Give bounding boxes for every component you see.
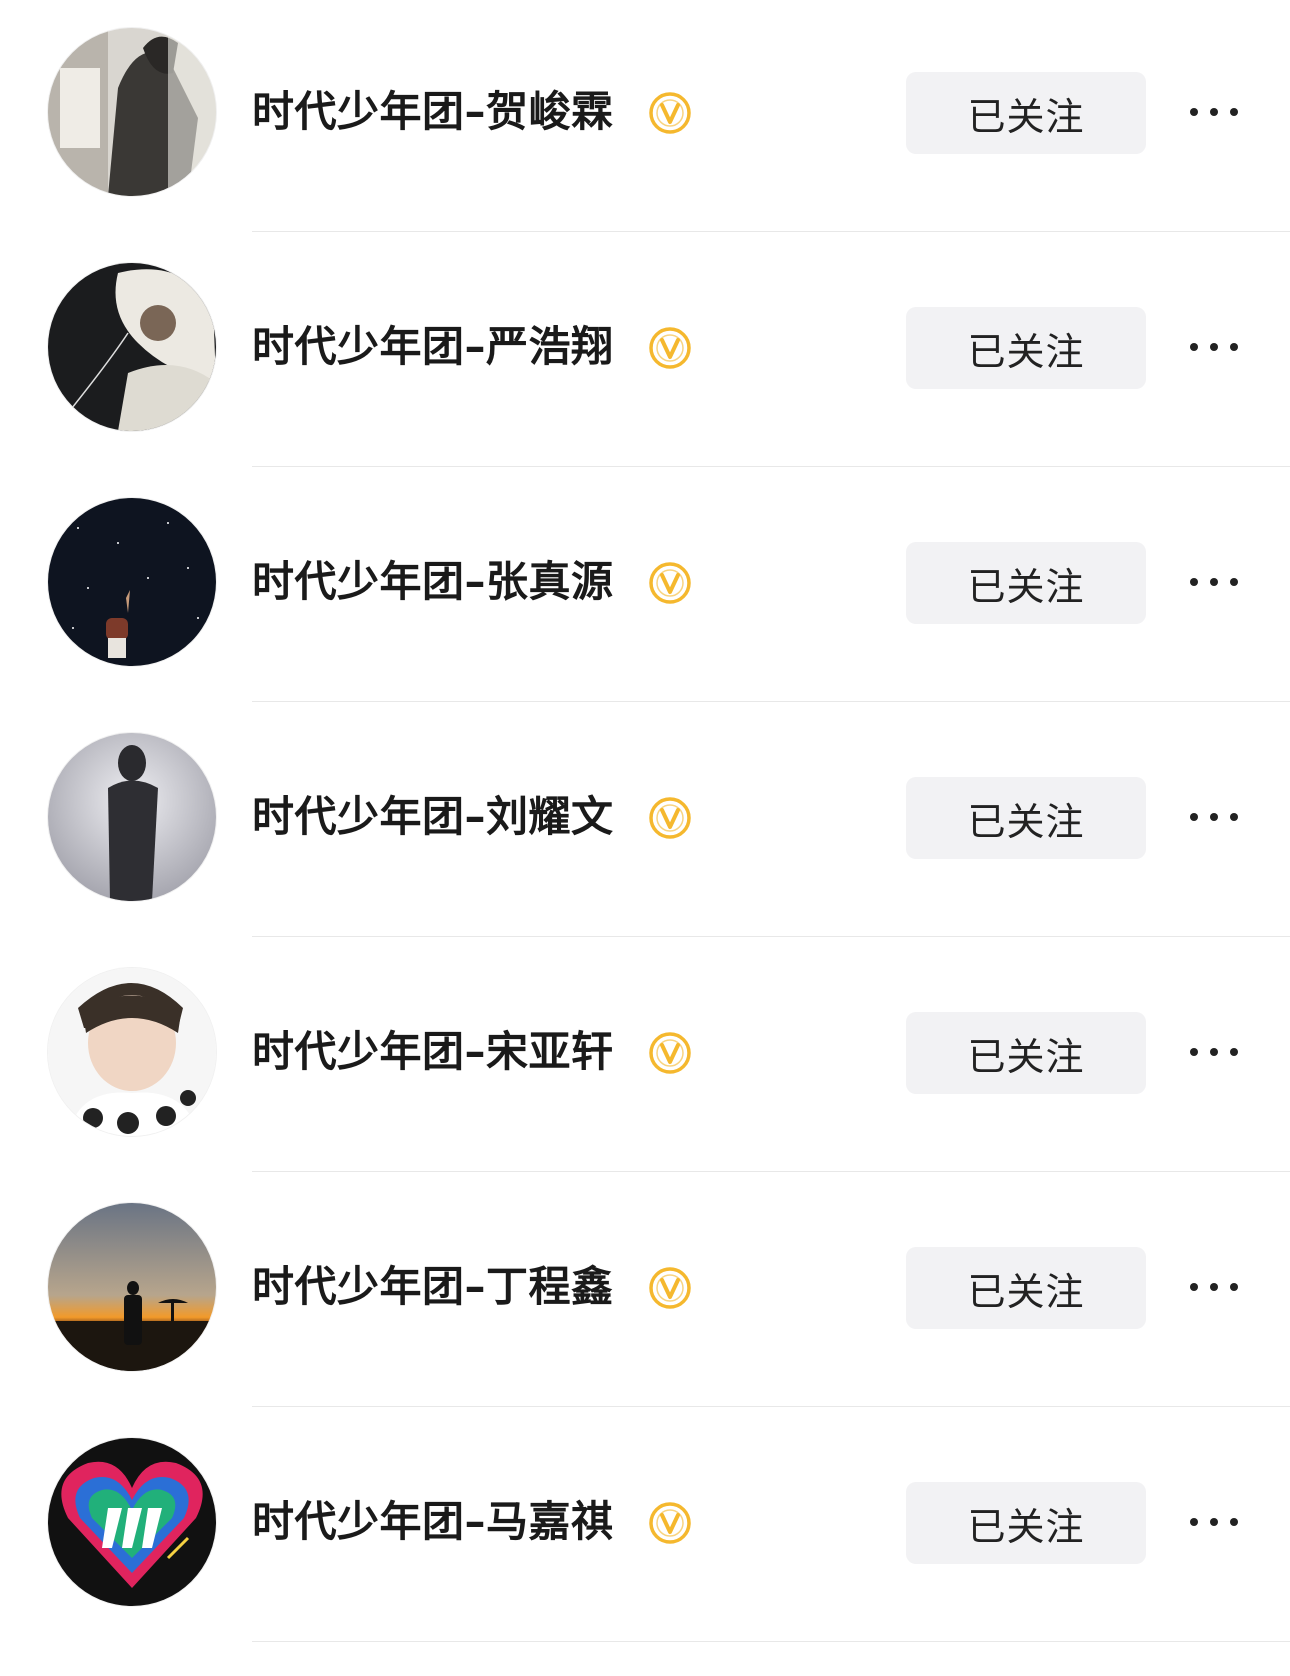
followed-button[interactable]: 已关注: [906, 1482, 1146, 1564]
list-item[interactable]: 时代少年团–严浩翔 已关注: [0, 235, 1290, 475]
list-item[interactable]: 时代少年团–刘耀文 已关注: [0, 705, 1290, 945]
followed-button[interactable]: 已关注: [906, 1012, 1146, 1094]
verified-v-badge-icon: [649, 327, 691, 369]
user-name[interactable]: 时代少年团–丁程鑫: [252, 1259, 614, 1315]
user-name[interactable]: 时代少年团–宋亚轩: [252, 1024, 614, 1080]
more-dots-icon[interactable]: [1180, 795, 1248, 839]
user-name[interactable]: 时代少年团–张真源: [252, 554, 614, 610]
divider: [252, 1641, 1290, 1642]
user-name[interactable]: 时代少年团–贺峻霖: [252, 84, 614, 140]
more-dots-icon[interactable]: [1180, 90, 1248, 134]
verified-v-badge-icon: [649, 1267, 691, 1309]
list-item[interactable]: 时代少年团–宋亚轩 已关注: [0, 940, 1290, 1180]
verified-v-badge-icon: [649, 1032, 691, 1074]
user-name[interactable]: 时代少年团–马嘉祺: [252, 1494, 614, 1550]
avatar[interactable]: [48, 498, 216, 666]
followed-button[interactable]: 已关注: [906, 307, 1146, 389]
divider: [252, 466, 1290, 467]
list-item[interactable]: 时代少年团–马嘉祺 已关注: [0, 1410, 1290, 1650]
avatar[interactable]: [48, 733, 216, 901]
more-dots-icon[interactable]: [1180, 325, 1248, 369]
divider: [252, 1406, 1290, 1407]
verified-v-badge-icon: [649, 797, 691, 839]
more-dots-icon[interactable]: [1180, 1500, 1248, 1544]
avatar[interactable]: [48, 28, 216, 196]
followed-button[interactable]: 已关注: [906, 542, 1146, 624]
user-name[interactable]: 时代少年团–刘耀文: [252, 789, 614, 845]
divider: [252, 936, 1290, 937]
more-dots-icon[interactable]: [1180, 1030, 1248, 1074]
followed-button[interactable]: 已关注: [906, 72, 1146, 154]
verified-v-badge-icon: [649, 92, 691, 134]
verified-v-badge-icon: [649, 562, 691, 604]
followed-button[interactable]: 已关注: [906, 1247, 1146, 1329]
avatar[interactable]: [48, 968, 216, 1136]
avatar[interactable]: [48, 263, 216, 431]
verified-v-badge-icon: [649, 1502, 691, 1544]
more-dots-icon[interactable]: [1180, 1265, 1248, 1309]
list-item[interactable]: 时代少年团–张真源 已关注: [0, 470, 1290, 710]
list-item[interactable]: 时代少年团–贺峻霖 已关注: [0, 0, 1290, 240]
list-item[interactable]: 时代少年团–丁程鑫 已关注: [0, 1175, 1290, 1415]
divider: [252, 231, 1290, 232]
avatar[interactable]: [48, 1438, 216, 1606]
more-dots-icon[interactable]: [1180, 560, 1248, 604]
user-name[interactable]: 时代少年团–严浩翔: [252, 319, 614, 375]
divider: [252, 1171, 1290, 1172]
avatar[interactable]: [48, 1203, 216, 1371]
divider: [252, 701, 1290, 702]
followed-button[interactable]: 已关注: [906, 777, 1146, 859]
